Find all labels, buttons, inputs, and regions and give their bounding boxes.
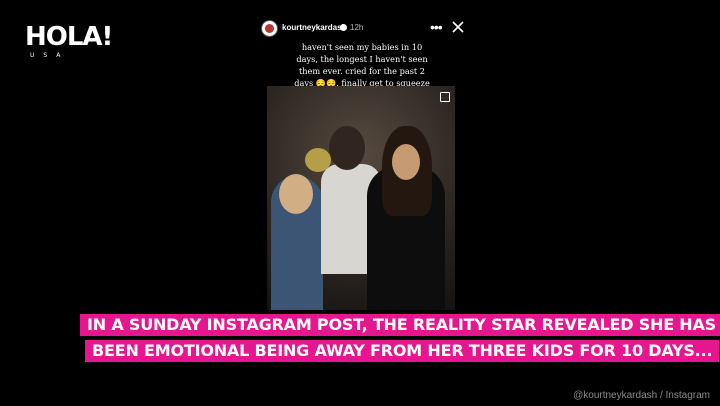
story-time: 12h [350,23,364,32]
subtitle-line-1: IN A SUNDAY INSTAGRAM POST, THE REALITY … [80,314,720,336]
story-photo [267,86,455,310]
verified-badge-icon [340,24,347,31]
avatar[interactable] [261,20,278,37]
more-horizontal-icon[interactable]: ••• [430,19,443,35]
subtitle-line-2: BEEN EMOTIONAL BEING AWAY FROM HER THREE… [85,340,720,362]
photo-credit: @kourtneykardash / Instagram [573,390,710,401]
brand-logo: HOLA! [25,22,113,52]
close-icon[interactable] [451,20,465,34]
story-username[interactable]: kourtneykardash [282,23,346,32]
brand-logo-sub: USA [30,52,70,59]
copy-icon [440,92,450,102]
